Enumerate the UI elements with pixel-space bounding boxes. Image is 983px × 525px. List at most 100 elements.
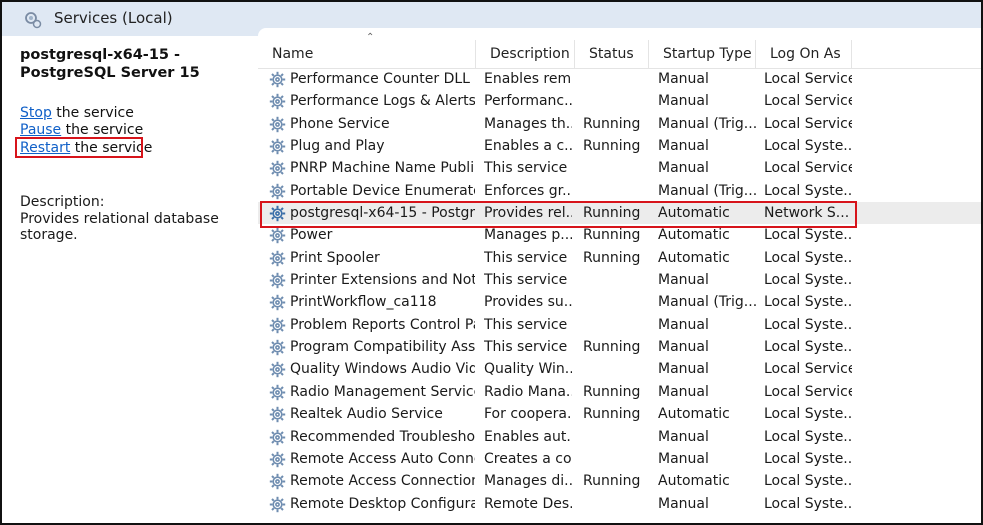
cell-startup-type: Manual: [658, 160, 709, 177]
service-gear-icon: [269, 160, 286, 177]
service-gear-icon: [269, 138, 286, 155]
cell-startup-type: Manual: [658, 93, 709, 110]
cell-startup-type: Manual (Trig...: [658, 115, 756, 132]
cell-status: Running: [583, 339, 641, 356]
table-row[interactable]: PrintWorkflow_ca118 Provides su... Manual …: [258, 291, 981, 313]
cell-status: [583, 90, 649, 112]
table-row[interactable]: Print Spooler This service ... Running Auto…: [258, 247, 981, 269]
restart-highlight-box: [15, 137, 143, 158]
table-row[interactable]: Radio Management Service Radio Mana... Run…: [258, 381, 981, 403]
service-gear-icon: [269, 294, 286, 311]
column-header-description[interactable]: Description: [476, 40, 575, 68]
cell-status: Running: [583, 115, 641, 132]
cell-status: [583, 314, 649, 336]
cell-status: [583, 180, 649, 202]
cell-log-on-as: Local Syste...: [764, 272, 852, 289]
cell-startup-type: Manual: [658, 495, 709, 512]
cell-name: Performance Counter DLL ...: [290, 71, 475, 87]
cell-description: Enables rem...: [484, 71, 572, 87]
cell-description: This service ...: [484, 160, 572, 177]
service-gear-icon: [269, 361, 286, 378]
cell-log-on-as: Local Syste...: [764, 249, 852, 266]
table-row[interactable]: Performance Counter DLL ... Enables rem..…: [258, 68, 981, 90]
cell-startup-type: Manual: [658, 316, 709, 333]
cell-description: Enables a c...: [484, 138, 572, 155]
table-row[interactable]: Portable Device Enumerator... Enforces gr…: [258, 180, 981, 202]
cell-log-on-as: Local Service: [764, 115, 852, 132]
table-row[interactable]: Remote Desktop Configurat... Remote Des..…: [258, 493, 981, 515]
table-row[interactable]: Plug and Play Enables a c... Running Manual…: [258, 135, 981, 157]
cell-status: [583, 291, 649, 313]
stop-link[interactable]: Stop: [20, 105, 52, 121]
cell-name: Performance Logs & Alerts: [290, 93, 475, 110]
table-row[interactable]: Phone Service Manages th... Running Manual …: [258, 113, 981, 135]
cell-status: [583, 426, 649, 448]
table-row[interactable]: Remote Access Auto Conne... Creates a co.…: [258, 448, 981, 470]
cell-log-on-as: Local Syste...: [764, 450, 852, 467]
cell-startup-type: Manual (Trig...: [658, 294, 756, 311]
cell-name: Program Compatibility Assi...: [290, 339, 475, 356]
column-header-startup-type[interactable]: Startup Type: [649, 40, 756, 68]
service-gear-icon: [269, 116, 286, 133]
cell-log-on-as: Local Syste...: [764, 406, 852, 423]
cell-startup-type: Manual: [658, 428, 709, 445]
selected-service-title: postgresql-x64-15 - PostgreSQL Server 15: [20, 47, 200, 81]
cell-name: Portable Device Enumerator...: [290, 182, 475, 199]
window-title: Services (Local): [54, 9, 173, 27]
cell-log-on-as: Local Syste...: [764, 495, 852, 512]
cell-startup-type: Automatic: [658, 406, 730, 423]
cell-startup-type: Automatic: [658, 473, 730, 490]
column-header-row: ⌃ Name Description Status Startup Type L…: [258, 32, 981, 69]
cell-description: Enforces gr...: [484, 182, 572, 199]
table-row[interactable]: Printer Extensions and Notif... This serv…: [258, 269, 981, 291]
cell-log-on-as: Local Syste...: [764, 339, 852, 356]
cell-description: Remote Des...: [484, 495, 572, 512]
column-header-log-on-as[interactable]: Log On As: [756, 40, 852, 68]
cell-status: Running: [583, 138, 641, 155]
table-row[interactable]: Problem Reports Control Pa... This servic…: [258, 314, 981, 336]
cell-name: Print Spooler: [290, 249, 380, 266]
table-row[interactable]: Quality Windows Audio Vid... Quality Win.…: [258, 358, 981, 380]
cell-name: Printer Extensions and Notif...: [290, 272, 475, 289]
cell-description: This service ...: [484, 316, 572, 333]
cell-log-on-as: Local Syste...: [764, 473, 852, 490]
cell-startup-type: Manual: [658, 339, 709, 356]
extended-panel: postgresql-x64-15 - PostgreSQL Server 15…: [2, 36, 258, 523]
cell-log-on-as: Local Service: [764, 93, 852, 110]
cell-description: Manages di...: [484, 473, 572, 490]
cell-status: [583, 448, 649, 470]
table-row[interactable]: Recommended Troublesho... Enables aut... M…: [258, 426, 981, 448]
services-window: Services (Local) postgresql-x64-15 - Pos…: [0, 0, 983, 525]
cell-description: For coopera...: [484, 406, 572, 423]
table-row[interactable]: PNRP Machine Name Publi... This service .…: [258, 157, 981, 179]
column-header-name[interactable]: Name: [258, 40, 476, 68]
table-row[interactable]: Realtek Audio Service For coopera... Runni…: [258, 403, 981, 425]
description-text: Provides relational database storage.: [20, 211, 219, 243]
cell-name: Radio Management Service: [290, 383, 475, 400]
table-row[interactable]: Program Compatibility Assi... This servic…: [258, 336, 981, 358]
cell-startup-type: Manual (Trig...: [658, 182, 756, 199]
cell-startup-type: Manual: [658, 272, 709, 289]
cell-log-on-as: Local Syste...: [764, 294, 852, 311]
cell-description: Radio Mana...: [484, 383, 572, 400]
cell-status: Running: [583, 383, 641, 400]
service-gear-icon: [269, 451, 286, 468]
cell-log-on-as: Local Service: [764, 71, 852, 87]
service-gear-icon: [269, 429, 286, 446]
postgresql-highlight-box: [260, 201, 857, 228]
table-row[interactable]: Performance Logs & Alerts Performanc... Ma…: [258, 90, 981, 112]
pause-link[interactable]: Pause: [20, 122, 61, 138]
description-label: Description:: [20, 194, 105, 210]
cell-name: PrintWorkflow_ca118: [290, 294, 437, 311]
cell-name: Realtek Audio Service: [290, 406, 443, 423]
service-gear-icon: [269, 406, 286, 423]
service-gear-icon: [269, 473, 286, 490]
table-row[interactable]: Remote Access Connection... Manages di...…: [258, 470, 981, 492]
cell-status: [583, 68, 649, 90]
column-header-status[interactable]: Status: [575, 40, 649, 68]
cell-description: This service ...: [484, 249, 572, 266]
service-gear-icon: [269, 496, 286, 513]
services-table-body: Performance Counter DLL ... Enables rem..…: [258, 68, 981, 515]
action-stop: Stop the service: [20, 105, 134, 122]
service-gear-icon: [269, 339, 286, 356]
